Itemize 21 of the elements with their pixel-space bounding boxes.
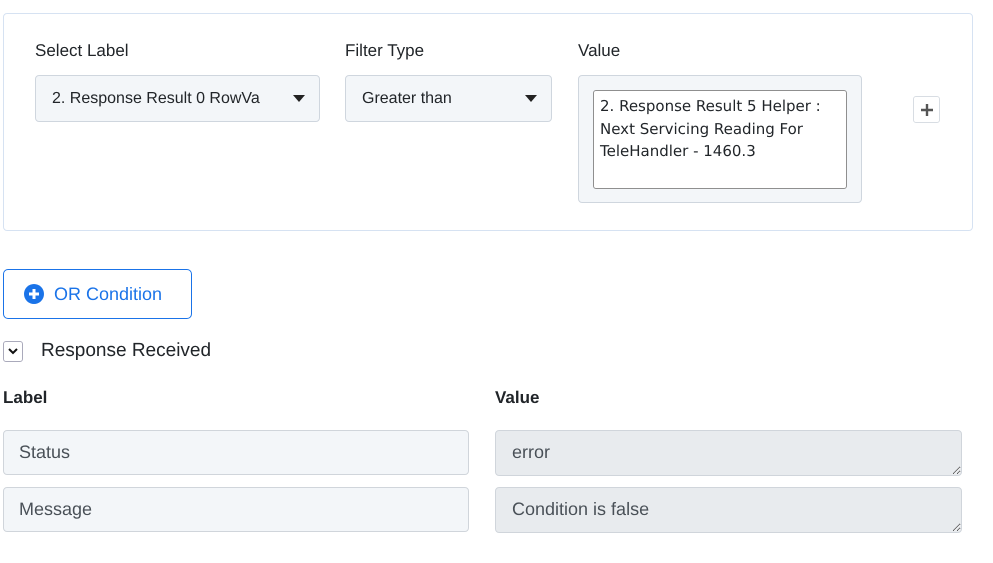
value-field[interactable]: 2. Response Result 5 Helper : Next Servicing Reading For TeleHandler - 1460.3 <box>593 90 847 189</box>
label-field[interactable]: Status <box>3 430 469 475</box>
column-heading: Value <box>495 387 540 409</box>
add-button[interactable] <box>913 96 940 123</box>
field-label: Select Label <box>35 40 130 62</box>
dropdown-caret-icon <box>525 95 537 102</box>
column-heading: Label <box>3 387 48 409</box>
filter-type-dropdown[interactable]: Greater than <box>345 75 552 122</box>
plus-circle-icon <box>24 284 44 304</box>
chevron-down-icon <box>8 346 18 356</box>
or-condition-button[interactable]: OR Condition <box>3 269 192 319</box>
value-field[interactable]: Condition is false <box>495 487 962 533</box>
field-label: Value <box>578 40 622 62</box>
collapse-toggle[interactable] <box>3 340 23 362</box>
select-label-dropdown[interactable]: 2. Response Result 0 RowVa <box>35 75 320 122</box>
field-label: Filter Type <box>345 40 426 62</box>
plus-icon <box>920 104 932 116</box>
label-field[interactable]: Message <box>3 487 469 532</box>
value-field[interactable]: error <box>495 430 962 476</box>
section-title: Response Received <box>41 338 212 363</box>
dropdown-caret-icon <box>293 95 305 102</box>
